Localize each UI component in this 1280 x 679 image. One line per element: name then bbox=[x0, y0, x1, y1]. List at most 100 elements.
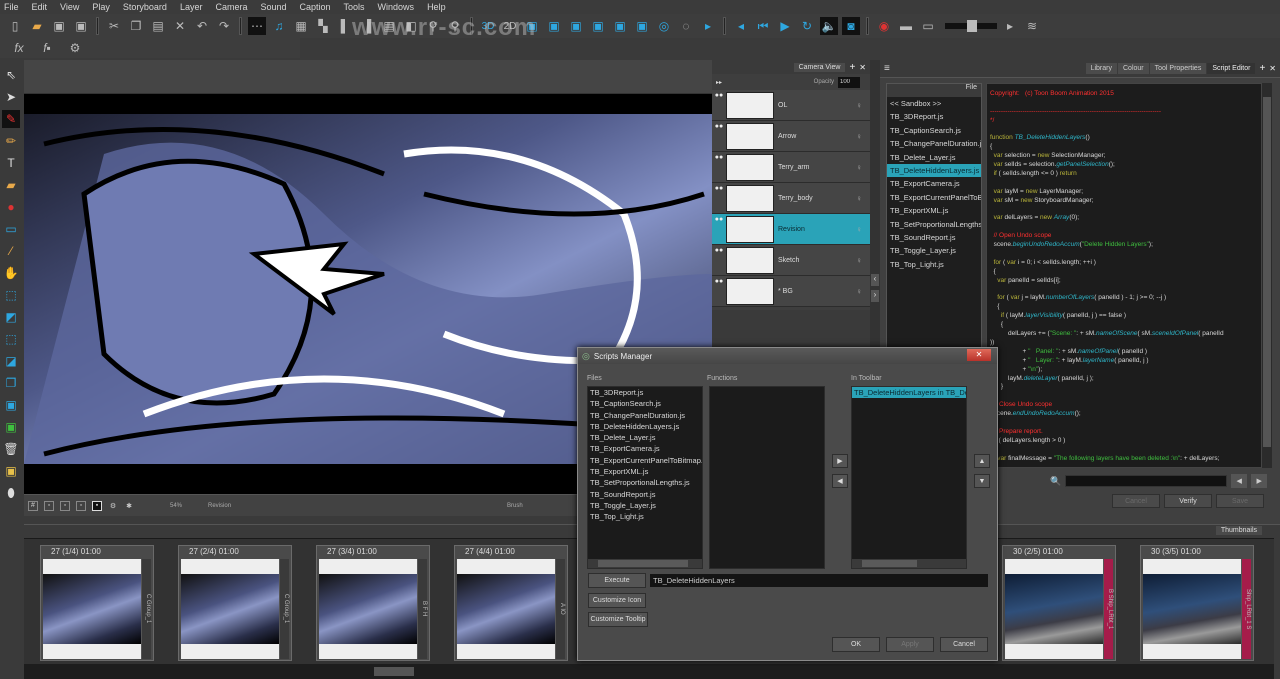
close-button[interactable]: ✕ bbox=[967, 349, 991, 361]
camera-frame-icon[interactable]: ⬚ bbox=[2, 330, 20, 348]
script-code-editor[interactable]: Copyright: (c) Toon Boom Animation 2015 -… bbox=[986, 83, 1262, 468]
arrow-right-icon[interactable]: ▸ bbox=[1001, 17, 1019, 35]
menu-play[interactable]: Play bbox=[92, 2, 110, 12]
gear-icon[interactable]: ⚙ bbox=[66, 39, 84, 57]
code-scrollbar[interactable] bbox=[1262, 83, 1272, 468]
redo-icon[interactable]: ↷ bbox=[215, 17, 233, 35]
play-icon[interactable]: ▶ bbox=[776, 17, 794, 35]
layer-lock-icon[interactable]: ♀ bbox=[856, 287, 870, 296]
customize-tooltip-button[interactable]: Customize Tooltip bbox=[588, 612, 648, 627]
music-icon[interactable]: ♫ bbox=[270, 17, 288, 35]
brush-size-icon[interactable]: ▬ bbox=[897, 17, 915, 35]
panel-layer-strip[interactable]: B Ship_LRbt_1 bbox=[1103, 559, 1113, 659]
cancel-button[interactable]: Cancel bbox=[940, 637, 988, 652]
zoom-slider[interactable] bbox=[945, 20, 997, 32]
panel-menu-icon[interactable]: ≡ bbox=[884, 63, 890, 74]
rectangle-icon[interactable]: ▭ bbox=[2, 220, 20, 238]
fx-lock-icon[interactable]: f▪ bbox=[38, 39, 56, 57]
tab-tool-properties[interactable]: Tool Properties bbox=[1149, 63, 1207, 74]
layer-row[interactable]: ●● Revision ♀ bbox=[712, 214, 870, 245]
frame-alt-icon[interactable]: ▫ bbox=[76, 500, 86, 511]
menu-edit[interactable]: Edit bbox=[32, 2, 48, 12]
layer-lock-icon[interactable]: ♀ bbox=[856, 256, 870, 265]
expand-icon[interactable]: ▸▸ bbox=[716, 79, 722, 86]
remove-from-toolbar-button[interactable]: ◀ bbox=[832, 474, 848, 488]
smart-icon[interactable]: ▣ bbox=[611, 17, 629, 35]
layer-row[interactable]: ●● Sketch ♀ bbox=[712, 245, 870, 276]
tab-colour[interactable]: Colour bbox=[1118, 63, 1149, 74]
step-back-icon[interactable]: ⏮ bbox=[754, 17, 772, 35]
save-as-icon[interactable]: ▣ bbox=[72, 17, 90, 35]
files-hscroll[interactable] bbox=[588, 559, 702, 568]
thumbnails-scrollbar[interactable] bbox=[24, 664, 1274, 679]
brush-icon[interactable]: ✎ bbox=[2, 110, 20, 128]
layer-row[interactable]: ●● Terry_body ♀ bbox=[712, 183, 870, 214]
code-search-input[interactable] bbox=[1065, 475, 1228, 487]
script-file-item[interactable]: TB_3DReport.js bbox=[887, 110, 981, 123]
toolbar-item[interactable]: TB_DeleteHiddenLayers in TB_DeleteHidden… bbox=[852, 387, 966, 399]
panel-layer-strip[interactable]: B F H bbox=[417, 559, 427, 659]
record-icon[interactable]: ◉ bbox=[875, 17, 893, 35]
file-menu-header[interactable]: File bbox=[887, 84, 981, 97]
toolbar-hscroll[interactable] bbox=[852, 559, 966, 568]
onion-icon[interactable]: ≋ bbox=[1023, 17, 1041, 35]
opacity-input[interactable] bbox=[838, 76, 860, 88]
new-icon[interactable]: ▯ bbox=[6, 17, 24, 35]
move-down-button[interactable]: ▼ bbox=[974, 474, 990, 488]
dialog-file-item[interactable]: TB_DeleteHiddenLayers.js bbox=[588, 421, 702, 432]
storyboard-panel[interactable]: 27 (1/4) 01:00 C Group_1 bbox=[40, 545, 154, 661]
tab-camera-view[interactable]: Camera View bbox=[793, 62, 846, 72]
script-file-item[interactable]: TB_Top_Light.js bbox=[887, 258, 981, 271]
tab-library[interactable]: Library bbox=[1085, 63, 1117, 74]
move-up-button[interactable]: ▲ bbox=[974, 454, 990, 468]
menu-view[interactable]: View bbox=[60, 2, 79, 12]
menu-camera[interactable]: Camera bbox=[215, 2, 247, 12]
close-icon[interactable]: ✕ bbox=[859, 63, 866, 72]
paint-bucket-icon[interactable]: ● bbox=[2, 198, 20, 216]
scrollbar-thumb[interactable] bbox=[374, 667, 414, 676]
loop-icon[interactable]: ↻ bbox=[798, 17, 816, 35]
menu-help[interactable]: Help bbox=[427, 2, 446, 12]
export-icon[interactable]: ▣ bbox=[2, 418, 20, 436]
dialog-file-item[interactable]: TB_CaptionSearch.js bbox=[588, 398, 702, 409]
paint-icon[interactable]: ▰ bbox=[2, 176, 20, 194]
safe-area-icon[interactable]: ▫ bbox=[44, 500, 54, 511]
storyboard-panel[interactable]: 27 (4/4) 01:00 A IO bbox=[454, 545, 568, 661]
add-to-toolbar-button[interactable]: ▶ bbox=[832, 454, 848, 468]
layer-lock-icon[interactable]: ♀ bbox=[856, 163, 870, 172]
storyboard-panel[interactable]: 30 (2/5) 01:00 B Ship_LRbt_1 bbox=[1002, 545, 1116, 661]
collapse-right-icon[interactable]: › bbox=[871, 290, 879, 302]
panel-layer-strip[interactable]: Ship_LRbt_1 S bbox=[1241, 559, 1251, 659]
storyboard-panel[interactable]: 27 (3/4) 01:00 B F H bbox=[316, 545, 430, 661]
scrollbar-thumb[interactable] bbox=[598, 560, 688, 567]
onion-skin-icon[interactable]: ⚙ bbox=[108, 501, 118, 511]
functions-list[interactable] bbox=[709, 386, 825, 569]
new-panel-after-icon[interactable]: ▣ bbox=[545, 17, 563, 35]
execute-button[interactable]: Execute bbox=[588, 573, 646, 588]
sound-icon[interactable]: 🔈 bbox=[820, 17, 838, 35]
contour-icon[interactable]: ➤ bbox=[2, 88, 20, 106]
dialog-file-item[interactable]: TB_ChangePanelDuration.js bbox=[588, 410, 702, 421]
in-toolbar-list[interactable]: TB_DeleteHiddenLayers in TB_DeleteHidden… bbox=[851, 386, 967, 569]
trash-icon[interactable]: 🗑 bbox=[2, 440, 20, 458]
layer-lock-icon[interactable]: ♀ bbox=[856, 225, 870, 234]
apply-button[interactable]: Apply bbox=[886, 637, 934, 652]
menu-file[interactable]: File bbox=[4, 2, 19, 12]
lock-icon[interactable]: ▣ bbox=[2, 462, 20, 480]
pin-icon[interactable]: ⬮ bbox=[2, 484, 20, 502]
open-icon[interactable]: ▰ bbox=[28, 17, 46, 35]
layer-row[interactable]: ●● Terry_arm ♀ bbox=[712, 152, 870, 183]
misc-icon[interactable]: ◌ bbox=[677, 17, 695, 35]
line-icon[interactable]: ▭ bbox=[919, 17, 937, 35]
panel-layer-strip[interactable]: C Group_1 bbox=[141, 559, 151, 659]
import-icon[interactable]: ▣ bbox=[2, 396, 20, 414]
duplicate-icon[interactable]: ▣ bbox=[589, 17, 607, 35]
grid-toggle-icon[interactable]: # bbox=[28, 500, 38, 511]
text-icon[interactable]: T bbox=[2, 154, 20, 172]
dialog-file-item[interactable]: TB_Top_Light.js bbox=[588, 511, 702, 522]
camera-key-icon[interactable]: ◎ bbox=[655, 17, 673, 35]
new-scene-icon[interactable]: ▣ bbox=[567, 17, 585, 35]
verify-button[interactable]: Verify bbox=[1164, 494, 1212, 508]
script-file-item[interactable]: TB_Toggle_Layer.js bbox=[887, 244, 981, 257]
close-icon[interactable]: ✕ bbox=[1269, 64, 1276, 73]
